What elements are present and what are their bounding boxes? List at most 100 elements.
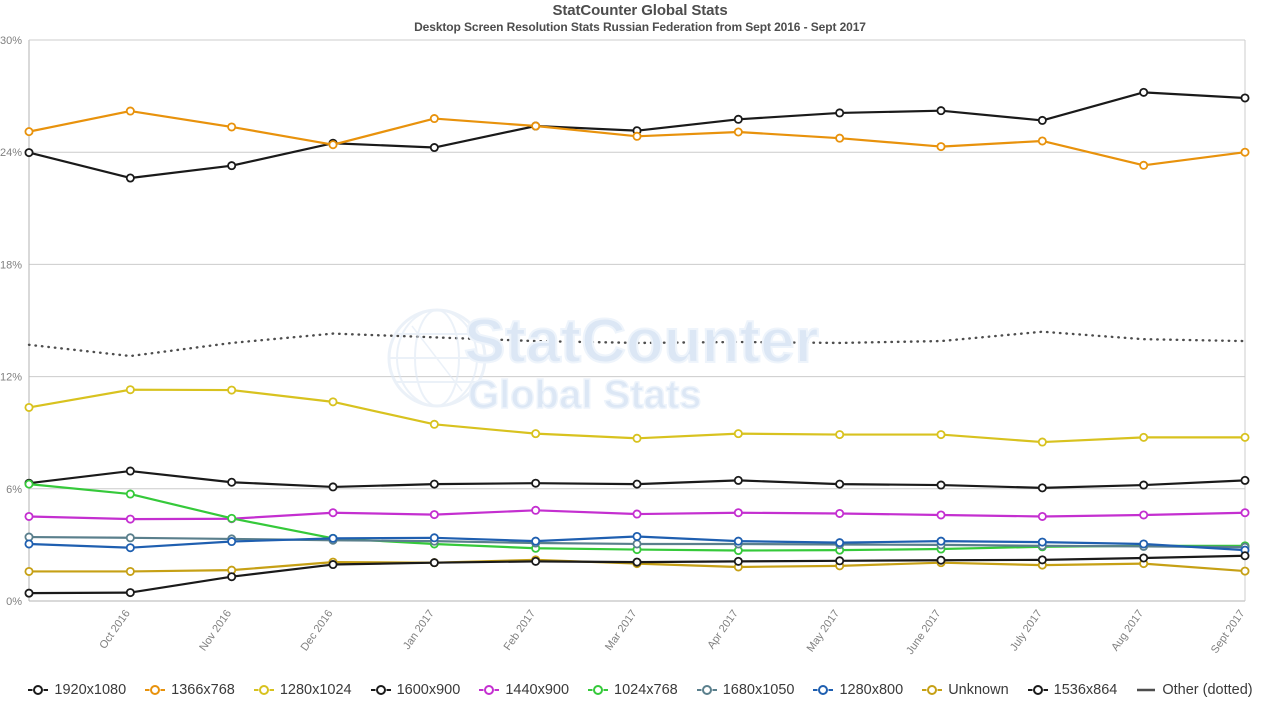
legend-marker-icon <box>28 685 49 695</box>
x-axis-tick-label: Feb 2017 <box>502 608 538 653</box>
data-point <box>1037 555 1047 565</box>
data-point <box>1037 511 1047 521</box>
data-point <box>328 397 338 407</box>
y-axis-tick-label: 18% <box>0 259 22 271</box>
legend-item-other--dotted-[interactable]: Other (dotted) <box>1135 682 1253 698</box>
data-point <box>1139 553 1149 563</box>
series-1600x900 <box>24 466 1250 493</box>
data-point <box>531 429 541 439</box>
data-point <box>1037 136 1047 146</box>
legend-label: 1366x768 <box>171 682 235 698</box>
y-axis-tick-label: 0% <box>6 596 22 608</box>
data-point <box>835 508 845 518</box>
data-point <box>1139 87 1149 97</box>
legend-item-1680x1050[interactable]: 1680x1050 <box>696 682 795 698</box>
data-point <box>632 539 642 549</box>
x-axis-tick-label: Aug 2017 <box>1109 608 1146 653</box>
data-point <box>1139 510 1149 520</box>
legend-item-1536x864[interactable]: 1536x864 <box>1027 682 1117 698</box>
data-point <box>24 127 34 137</box>
data-point <box>733 556 743 566</box>
x-axis-tick-label: Dec 2016 <box>299 608 336 653</box>
data-point <box>125 514 135 524</box>
data-point <box>936 430 946 440</box>
data-point <box>227 513 237 523</box>
data-point <box>1240 432 1250 442</box>
data-point <box>125 106 135 116</box>
data-point <box>1139 539 1149 549</box>
statcounter-chart-page: StatCounter Global Stats Desktop Screen … <box>0 0 1280 720</box>
y-axis-tick-label: 6% <box>6 484 22 496</box>
data-point <box>24 566 34 576</box>
data-point <box>429 143 439 153</box>
legend-item-1280x800[interactable]: 1280x800 <box>812 682 903 698</box>
data-point <box>429 558 439 568</box>
legend-line-icon <box>1137 688 1156 692</box>
data-point <box>125 543 135 553</box>
series-other--dotted- <box>27 330 1247 358</box>
legend-item-unknown[interactable]: Unknown <box>921 682 1009 698</box>
data-point <box>1240 475 1250 485</box>
legend-marker-icon <box>588 685 609 695</box>
data-point <box>632 479 642 489</box>
x-axis-tick-label: Apr 2017 <box>705 608 740 651</box>
data-point <box>24 148 34 158</box>
data-point <box>429 479 439 489</box>
legend-item-1440x900[interactable]: 1440x900 <box>478 682 569 698</box>
x-axis-tick-label: Oct 2016 <box>97 608 132 651</box>
legend-label: 1280x1024 <box>279 682 352 698</box>
data-point <box>1037 437 1047 447</box>
data-point <box>429 114 439 124</box>
data-point <box>227 477 237 487</box>
data-point <box>125 588 135 598</box>
legend-item-1920x1080[interactable]: 1920x1080 <box>27 682 126 698</box>
data-point <box>24 511 34 521</box>
data-point <box>1240 551 1250 561</box>
data-point <box>936 510 946 520</box>
chart-legend: 1920x1080 1366x768 1280x1024 1600x900 1440x9… <box>0 682 1280 698</box>
data-point <box>227 572 237 582</box>
data-point <box>125 489 135 499</box>
y-axis-tick-label: 24% <box>0 147 22 159</box>
legend-label: 1680x1050 <box>722 682 795 698</box>
data-point <box>936 536 946 546</box>
data-point <box>125 566 135 576</box>
data-point <box>936 142 946 152</box>
data-point <box>328 508 338 518</box>
data-point <box>328 533 338 543</box>
data-point <box>531 478 541 488</box>
data-point <box>936 555 946 565</box>
data-point <box>24 588 34 598</box>
data-point <box>1139 480 1149 490</box>
legend-item-1600x900[interactable]: 1600x900 <box>370 682 460 698</box>
legend-item-1366x768[interactable]: 1366x768 <box>144 682 235 698</box>
data-point <box>531 556 541 566</box>
legend-marker-icon <box>479 685 500 695</box>
data-point <box>733 475 743 485</box>
data-point <box>733 536 743 546</box>
data-point <box>328 140 338 150</box>
legend-marker-icon <box>1027 685 1048 695</box>
data-point <box>936 480 946 490</box>
data-point <box>227 122 237 132</box>
x-axis-tick-label: July 2017 <box>1008 608 1045 653</box>
data-point <box>125 466 135 476</box>
data-point <box>835 556 845 566</box>
data-point <box>1240 508 1250 518</box>
legend-item-1024x768[interactable]: 1024x768 <box>587 682 678 698</box>
data-point <box>227 537 237 547</box>
data-point <box>632 557 642 567</box>
data-point <box>835 479 845 489</box>
x-axis-tick-label: Nov 2016 <box>197 608 234 653</box>
data-point <box>1037 115 1047 125</box>
data-point <box>328 482 338 492</box>
legend-marker-icon <box>145 685 166 695</box>
data-point <box>733 114 743 124</box>
legend-label: Unknown <box>948 682 1009 698</box>
data-point <box>632 531 642 541</box>
data-point <box>531 121 541 131</box>
data-point <box>1240 566 1250 576</box>
data-point <box>24 479 34 489</box>
data-point <box>632 509 642 519</box>
legend-item-1280x1024[interactable]: 1280x1024 <box>253 682 352 698</box>
